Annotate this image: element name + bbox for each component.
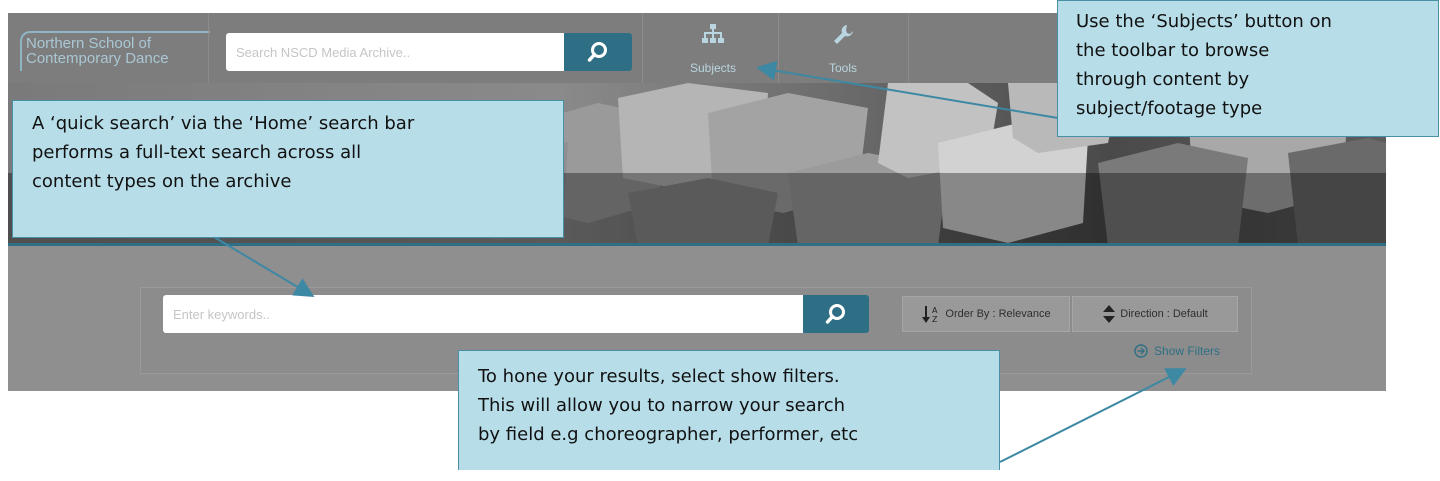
- order-by-button[interactable]: A Z Order By : Relevance: [902, 296, 1070, 332]
- callout-line: subject/footage type: [1076, 98, 1263, 119]
- toolbar-divider: [908, 13, 909, 83]
- sort-icon: [1102, 304, 1116, 324]
- svg-text:A: A: [932, 306, 938, 315]
- circle-arrow-right-icon: [1134, 344, 1148, 358]
- callout-line: content types on the archive: [32, 171, 292, 192]
- keyword-search-input[interactable]: [163, 295, 803, 333]
- callout-line: performs a full-text search across all: [32, 142, 362, 163]
- search-icon: [587, 42, 607, 62]
- sort-alpha-down-icon: A Z: [921, 304, 941, 324]
- subjects-label: Subjects: [689, 61, 737, 75]
- logo-line-2: Contemporary Dance: [26, 50, 169, 67]
- show-filters-label: Show Filters: [1154, 344, 1221, 358]
- filters-callout: To hone your results, select show filter…: [458, 350, 1000, 470]
- subjects-callout: Use the ‘Subjects’ button on the toolbar…: [1057, 0, 1439, 137]
- callout-line: by field e.g choreographer, performer, e…: [478, 424, 859, 445]
- quick-search-callout: A ‘quick search’ via the ‘Home’ search b…: [12, 100, 564, 238]
- search-icon: [825, 304, 845, 324]
- callout-line: through content by: [1076, 69, 1250, 90]
- callout-line: To hone your results, select show filter…: [478, 366, 840, 387]
- logo-line-1: Northern School of: [26, 35, 152, 52]
- subjects-button[interactable]: Subjects: [648, 13, 778, 83]
- callout-line: Use the ‘Subjects’ button on: [1076, 11, 1332, 32]
- top-search-button[interactable]: [564, 33, 632, 71]
- callout-line: This will allow you to narrow your searc…: [478, 395, 845, 416]
- toolbar-divider: [642, 13, 643, 83]
- nscd-logo[interactable]: Northern School of Contemporary Dance: [20, 31, 210, 71]
- direction-button[interactable]: Direction : Default: [1072, 296, 1238, 332]
- callout-line: A ‘quick search’ via the ‘Home’ search b…: [32, 113, 415, 134]
- tools-button[interactable]: Tools: [778, 13, 908, 83]
- top-search-input[interactable]: [226, 33, 564, 71]
- keyword-search-button[interactable]: [803, 295, 869, 333]
- wrench-icon: [834, 25, 853, 44]
- svg-text:Z: Z: [932, 315, 938, 324]
- direction-label: Direction : Default: [1120, 308, 1208, 320]
- order-by-label: Order By : Relevance: [945, 308, 1051, 320]
- show-filters-link[interactable]: Show Filters: [1134, 344, 1220, 358]
- callout-line: the toolbar to browse: [1076, 40, 1270, 61]
- toolbar-divider: [208, 13, 209, 83]
- hierarchy-icon: [702, 24, 724, 43]
- tools-label: Tools: [828, 61, 857, 75]
